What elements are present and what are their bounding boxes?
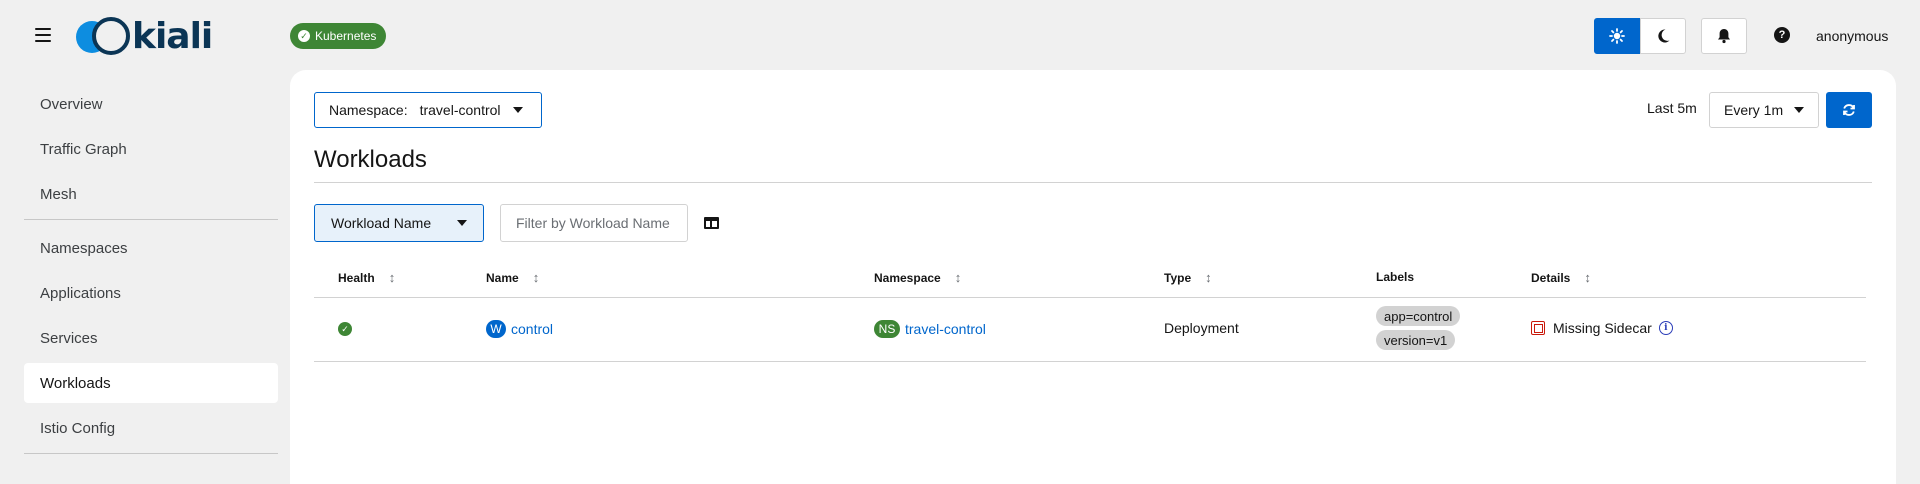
health-ok-icon[interactable]: ✓: [338, 322, 352, 336]
sync-icon: [1843, 104, 1855, 116]
help-icon[interactable]: ?: [1774, 27, 1790, 43]
column-details-label: Details: [1531, 270, 1571, 285]
sort-icon: ↕: [532, 270, 540, 285]
sun-icon: [1609, 28, 1625, 44]
logo-text: kiali: [132, 16, 213, 57]
label-chip: version=v1: [1376, 330, 1456, 350]
check-circle-icon: ✓: [298, 30, 310, 42]
masthead: kiali ✓ Kubernetes ? anonymous: [0, 0, 1920, 70]
user-menu[interactable]: anonymous: [1816, 28, 1888, 44]
info-icon[interactable]: i: [1658, 321, 1673, 335]
kiali-logo-mark: [76, 16, 130, 57]
refresh-interval-select[interactable]: Every 1m: [1709, 92, 1819, 128]
namespace-selector[interactable]: Namespace: travel-control: [314, 92, 542, 128]
details-cell: Missing Sidecar i: [1531, 320, 1673, 336]
sidebar-item-traffic-graph[interactable]: Traffic Graph: [24, 129, 278, 169]
name-cell: W control: [486, 320, 553, 338]
workload-link[interactable]: control: [511, 321, 553, 337]
sort-icon: ↕: [388, 270, 396, 285]
column-name[interactable]: Name ↕: [486, 270, 539, 285]
refresh-interval-value: Every 1m: [1724, 102, 1784, 118]
sidebar-item-mesh[interactable]: Mesh: [24, 174, 278, 214]
main-panel: Namespace: travel-control Last 5m Every …: [290, 70, 1896, 484]
workloads-table: Health ↕ Name ↕ Namespace ↕ Type ↕ Labels De…: [314, 256, 1866, 362]
light-theme-button[interactable]: [1594, 18, 1640, 54]
sort-icon: ↕: [1205, 270, 1212, 285]
type-cell: Deployment: [1164, 320, 1239, 336]
theme-toggle: [1594, 18, 1686, 54]
refresh-button[interactable]: [1826, 92, 1872, 128]
labels-cell: app=control version=v1: [1376, 306, 1461, 350]
sidebar-divider: [24, 219, 278, 220]
workload-badge: W: [486, 320, 506, 338]
sort-icon: ↕: [1584, 270, 1591, 285]
column-labels-label: Labels: [1376, 270, 1415, 284]
label-chip: app=control: [1376, 306, 1461, 326]
health-cell: ✓: [338, 322, 352, 336]
cluster-badge-label: Kubernetes: [315, 29, 377, 43]
cluster-badge: ✓ Kubernetes: [290, 23, 387, 49]
page-title: Workloads: [314, 146, 427, 173]
dark-theme-button[interactable]: [1640, 18, 1686, 54]
bell-icon: [1718, 29, 1730, 44]
moon-icon: [1658, 29, 1670, 43]
column-type[interactable]: Type ↕: [1164, 270, 1212, 285]
kiali-logo[interactable]: kiali: [76, 16, 213, 57]
column-health[interactable]: Health ↕: [338, 270, 395, 285]
namespace-badge: NS: [874, 320, 900, 338]
filter-type-select[interactable]: Workload Name: [314, 204, 484, 242]
sidebar-item-overview[interactable]: Overview: [24, 84, 278, 124]
sidebar-item-workloads[interactable]: Workloads: [24, 363, 278, 403]
table-row: ✓ W control NS travel-control Deployment…: [314, 298, 1866, 362]
menu-icon[interactable]: [34, 26, 52, 44]
column-labels: Labels: [1376, 270, 1414, 284]
column-details[interactable]: Details ↕: [1531, 270, 1591, 285]
caret-down-icon: [512, 107, 523, 113]
namespace-value: travel-control: [419, 102, 501, 118]
column-health-label: Health: [338, 270, 375, 285]
namespace-label: Namespace:: [329, 102, 408, 118]
filter-input[interactable]: [500, 204, 688, 242]
namespace-cell: NS travel-control: [874, 320, 986, 338]
namespace-link[interactable]: travel-control: [905, 321, 986, 337]
details-text: Missing Sidecar: [1553, 320, 1652, 336]
sidebar-divider: [24, 453, 278, 454]
time-range-label: Last 5m: [1647, 100, 1697, 116]
sidebar-item-istio-config[interactable]: Istio Config: [24, 408, 278, 448]
column-namespace-label: Namespace: [874, 270, 941, 285]
caret-down-icon: [1794, 107, 1804, 113]
column-type-label: Type: [1164, 270, 1192, 285]
columns-icon[interactable]: [704, 217, 719, 229]
caret-down-icon: [457, 220, 467, 226]
sidebar-item-services[interactable]: Services: [24, 318, 278, 358]
missing-sidecar-icon: [1531, 321, 1545, 335]
table-header: Health ↕ Name ↕ Namespace ↕ Type ↕ Labels De…: [314, 256, 1866, 298]
title-divider: [314, 182, 1872, 183]
column-name-label: Name: [486, 270, 519, 285]
sort-icon: ↕: [954, 270, 962, 285]
sidebar-nav: Overview Traffic Graph Mesh Namespaces A…: [24, 84, 278, 462]
filter-type-value: Workload Name: [331, 215, 432, 231]
notifications-button[interactable]: [1701, 18, 1747, 54]
sidebar-item-applications[interactable]: Applications: [24, 273, 278, 313]
sidebar-item-namespaces[interactable]: Namespaces: [24, 228, 278, 268]
column-namespace[interactable]: Namespace ↕: [874, 270, 961, 285]
